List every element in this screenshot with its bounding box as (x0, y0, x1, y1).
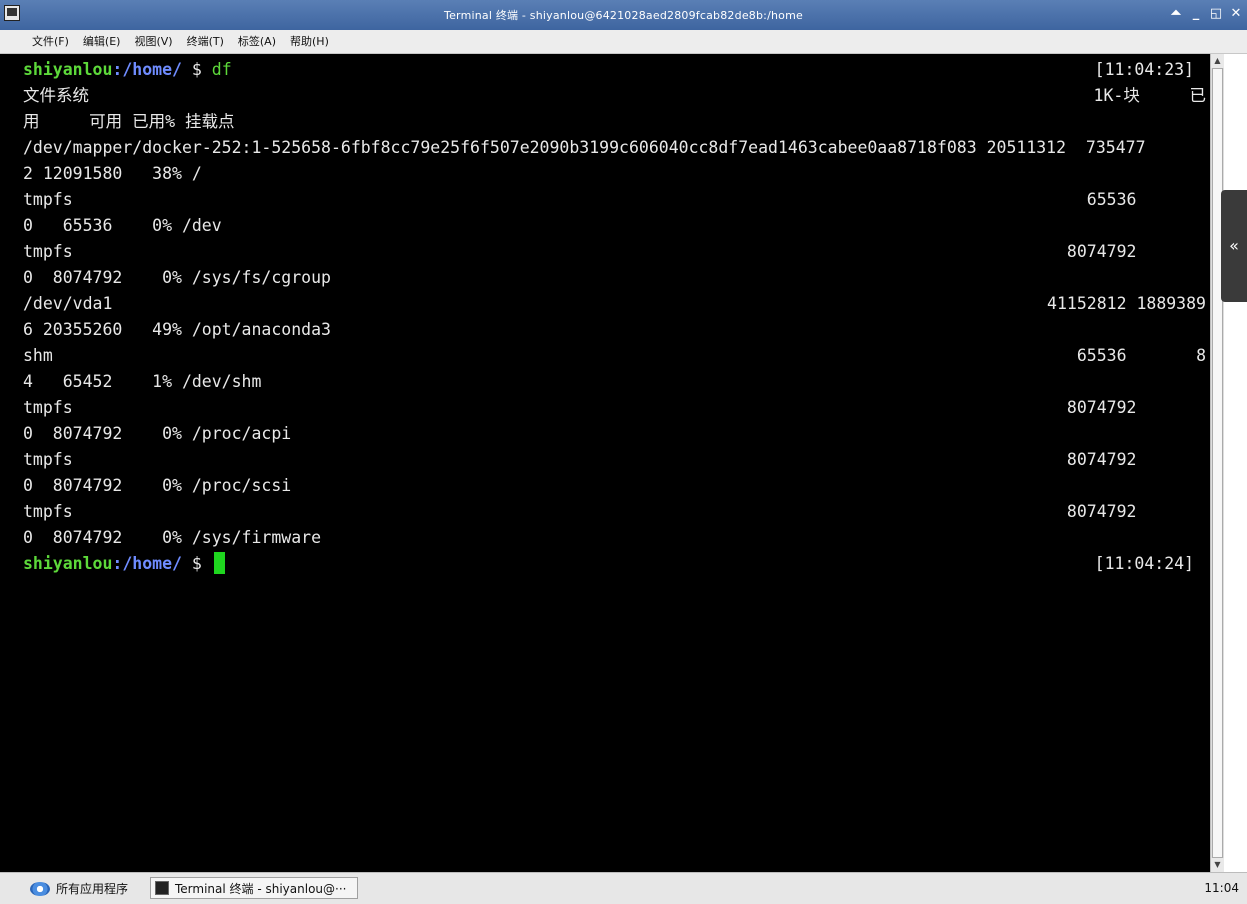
scroll-up-icon[interactable]: ▲ (1211, 54, 1224, 68)
task-label: Terminal 终端 - shiyanlou@··· (175, 881, 347, 896)
output-line: tmpfs 8074792 (23, 395, 1206, 421)
collapse-panel-icon[interactable]: « (1221, 190, 1247, 302)
output-left: 2 12091580 38% / (23, 164, 202, 183)
output-left: /dev/vda1 (23, 294, 113, 313)
close-window-icon[interactable]: ✕ (1229, 6, 1243, 21)
output-left: shm (23, 346, 53, 365)
output-left: 0 8074792 0% /sys/fs/cgroup (23, 268, 331, 287)
terminal-task-icon (155, 881, 169, 895)
prompt-path: :/home/ (112, 554, 182, 573)
output-right: 41152812 1889389 (1047, 294, 1206, 313)
output-line: 6 20355260 49% /opt/anaconda3 (23, 317, 1206, 343)
output-left: 文件系统 (23, 86, 89, 105)
prompt-user: shiyanlou (23, 554, 113, 573)
output-line: tmpfs 65536 (23, 187, 1206, 213)
menu-view[interactable]: 视图(V) (127, 31, 179, 53)
output-line: 文件系统 1K-块 已 (23, 83, 1206, 109)
taskbar: 所有应用程序 Terminal 终端 - shiyanlou@··· 11:04 (0, 872, 1247, 904)
scroll-thumb[interactable] (1212, 68, 1223, 858)
prompt-timestamp: [11:04:23] (1094, 60, 1194, 79)
output-line: 0 65536 0% /dev (23, 213, 1206, 239)
menu-tabs[interactable]: 标签(A) (231, 31, 283, 53)
output-left: 4 65452 1% /dev/shm (23, 372, 262, 391)
output-right: 8074792 (1066, 502, 1206, 521)
output-line: 2 12091580 38% / (23, 161, 1206, 187)
output-line: tmpfs 8074792 (23, 447, 1206, 473)
terminal-output[interactable]: shiyanlou:/home/ $ df [11:04:23] 文件系统 1K… (0, 54, 1210, 872)
start-menu-button[interactable]: 所有应用程序 (30, 880, 128, 897)
minimize-window-icon[interactable]: _ (1189, 6, 1203, 21)
output-left: 0 8074792 0% /proc/scsi (23, 476, 292, 495)
menu-edit[interactable]: 编辑(E) (76, 31, 128, 53)
output-left: /dev/mapper/docker-252:1-525658-6fbf8cc7… (23, 138, 1146, 157)
output-right: 65536 (1086, 190, 1206, 209)
output-line: 0 8074792 0% /proc/acpi (23, 421, 1206, 447)
title-bar[interactable]: Terminal 终端 - shiyanlou@6421028aed2809fc… (0, 0, 1247, 30)
output-line: /dev/vda1 41152812 1889389 (23, 291, 1206, 317)
output-left: 6 20355260 49% /opt/anaconda3 (23, 320, 331, 339)
text-cursor (213, 552, 225, 574)
output-right: 65536 8 (1076, 346, 1206, 365)
menu-terminal[interactable]: 终端(T) (180, 31, 231, 53)
output-line: /dev/mapper/docker-252:1-525658-6fbf8cc7… (23, 135, 1206, 161)
output-left: tmpfs (23, 242, 73, 261)
output-left: tmpfs (23, 450, 73, 469)
prompt-line: shiyanlou:/home/ $ df [11:04:23] (23, 57, 1206, 83)
output-right: 8074792 (1066, 242, 1206, 261)
maximize-window-icon[interactable]: ◱ (1209, 6, 1223, 21)
output-left: tmpfs (23, 398, 73, 417)
shade-window-icon[interactable]: ⏶ (1169, 6, 1183, 21)
start-menu-label: 所有应用程序 (56, 882, 129, 896)
prompt-line: shiyanlou:/home/ $ [11:04:24] (23, 551, 1206, 577)
scroll-down-icon[interactable]: ▼ (1211, 858, 1224, 872)
output-line: shm 65536 8 (23, 343, 1206, 369)
menu-help[interactable]: 帮助(H) (283, 31, 336, 53)
output-line: 0 8074792 0% /proc/scsi (23, 473, 1206, 499)
prompt-timestamp: [11:04:24] (1094, 554, 1194, 573)
prompt-path: :/home/ (112, 60, 182, 79)
output-left: tmpfs (23, 502, 73, 521)
output-left: 0 8074792 0% /sys/firmware (23, 528, 322, 547)
output-left: 0 65536 0% /dev (23, 216, 222, 235)
window-controls: ⏶ _ ◱ ✕ (1169, 6, 1243, 21)
output-line: 0 8074792 0% /sys/fs/cgroup (23, 265, 1206, 291)
output-line: 0 8074792 0% /sys/firmware (23, 525, 1206, 551)
output-right: 8074792 (1066, 450, 1206, 469)
output-left: 0 8074792 0% /proc/acpi (23, 424, 292, 443)
menu-bar: 文件(F) 编辑(E) 视图(V) 终端(T) 标签(A) 帮助(H) (0, 30, 1247, 54)
taskbar-terminal-button[interactable]: Terminal 终端 - shiyanlou@··· (150, 877, 358, 899)
desktop-edge (1224, 54, 1247, 872)
terminal-scrollbar[interactable]: ▲ ▼ (1210, 54, 1224, 872)
prompt-user: shiyanlou (23, 60, 113, 79)
terminal-window: Terminal 终端 - shiyanlou@6421028aed2809fc… (0, 0, 1247, 904)
taskbar-clock: 11:04 (1204, 881, 1239, 895)
prompt-dollar: $ (181, 60, 212, 79)
output-line: tmpfs 8074792 (23, 499, 1206, 525)
output-right: 8074792 (1066, 398, 1206, 417)
output-line: 4 65452 1% /dev/shm (23, 369, 1206, 395)
window-title: Terminal 终端 - shiyanlou@6421028aed2809fc… (444, 9, 803, 22)
output-left: 用 可用 已用% 挂载点 (23, 112, 235, 131)
output-line: tmpfs 8074792 (23, 239, 1206, 265)
menu-file[interactable]: 文件(F) (0, 31, 76, 53)
prompt-dollar: $ (181, 554, 212, 573)
output-line: 用 可用 已用% 挂载点 (23, 109, 1206, 135)
start-menu-icon (30, 881, 50, 896)
command-text: df (211, 60, 232, 79)
output-right: 1K-块 已 (1093, 86, 1206, 105)
output-left: tmpfs (23, 190, 73, 209)
